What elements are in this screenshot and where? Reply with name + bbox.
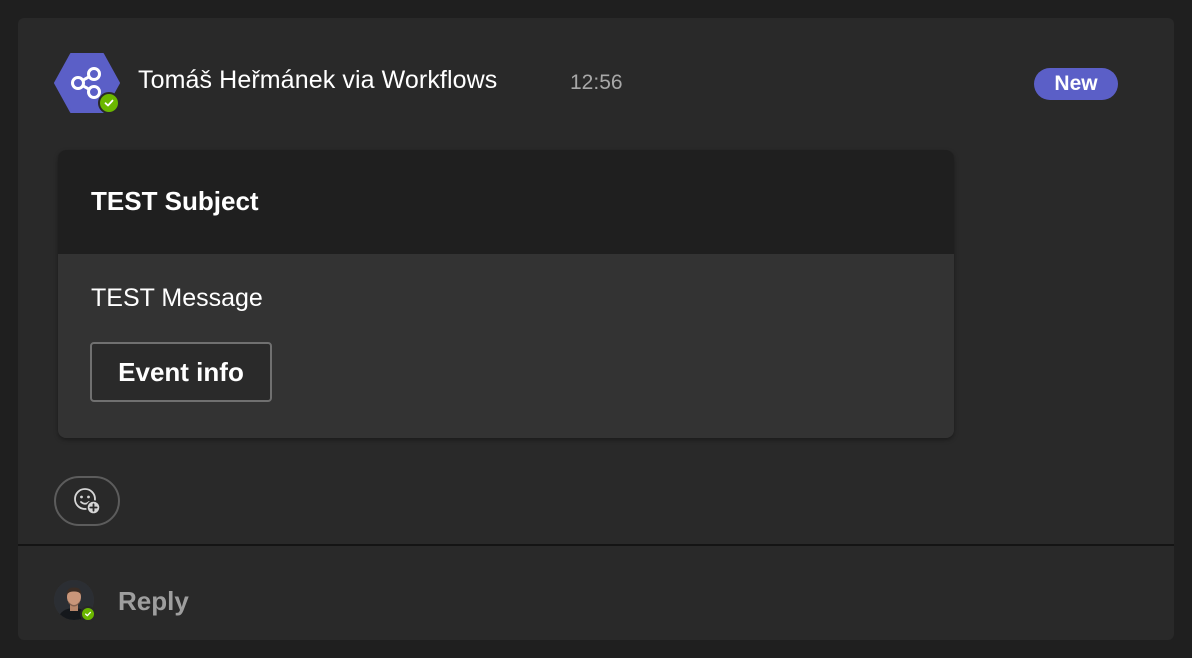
card-header: TEST Subject [58,150,954,254]
reply-bar[interactable]: Reply [18,546,1174,640]
add-reaction-emoji-icon [74,488,101,515]
card-title: TEST Subject [91,186,259,216]
message-post: Tomáš Heřmánek via Workflows 12:56 New T… [18,18,1174,640]
post-header: Tomáš Heřmánek via Workflows 12:56 New [18,18,1174,148]
reply-label[interactable]: Reply [118,586,189,617]
adaptive-card: TEST Subject TEST Message Event info [58,150,954,438]
available-check-icon [80,606,96,622]
user-avatar [54,580,96,622]
sender-name[interactable]: Tomáš Heřmánek via Workflows [138,66,497,95]
available-check-icon [98,92,120,114]
new-badge: New [1034,68,1118,100]
add-reaction-button[interactable] [54,476,120,526]
message-timestamp: 12:56 [570,71,623,94]
workflows-app-avatar[interactable] [54,52,120,114]
event-info-button[interactable]: Event info [90,342,272,402]
card-message: TEST Message [91,284,263,312]
